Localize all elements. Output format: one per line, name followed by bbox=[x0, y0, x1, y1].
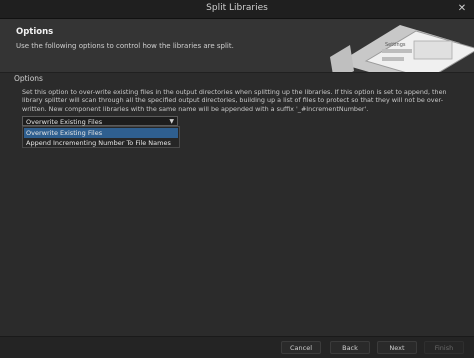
back-button[interactable]: Back bbox=[330, 341, 370, 354]
wizard-footer: Cancel Back Next Finish bbox=[0, 336, 474, 358]
select-value: Overwrite Existing Files bbox=[26, 118, 103, 126]
options-section-label: Options bbox=[14, 74, 43, 83]
next-button[interactable]: Next bbox=[377, 341, 417, 354]
cancel-button[interactable]: Cancel bbox=[281, 341, 321, 354]
wizard-header: Options Use the following options to con… bbox=[0, 19, 474, 73]
page-subtitle: Use the following options to control how… bbox=[16, 42, 234, 50]
finish-button[interactable]: Finish bbox=[424, 341, 464, 354]
page-title: Options bbox=[16, 27, 54, 37]
header-illustration: Settings bbox=[330, 25, 474, 72]
window-title: Split Libraries bbox=[206, 3, 268, 13]
option-append-incrementing[interactable]: Append Incrementing Number To File Names bbox=[24, 138, 178, 148]
close-icon[interactable]: ✕ bbox=[456, 3, 468, 15]
overwrite-mode-select[interactable]: Overwrite Existing Files ▼ bbox=[22, 116, 178, 126]
option-overwrite-existing[interactable]: Overwrite Existing Files bbox=[24, 128, 178, 138]
title-bar: Split Libraries ✕ bbox=[0, 0, 474, 19]
art-label-settings: Settings bbox=[385, 42, 406, 48]
options-description: Set this option to over-write existing f… bbox=[22, 88, 447, 113]
overwrite-mode-dropdown-list: Overwrite Existing Files Append Incremen… bbox=[22, 126, 180, 148]
chevron-down-icon[interactable]: ▼ bbox=[169, 118, 174, 125]
